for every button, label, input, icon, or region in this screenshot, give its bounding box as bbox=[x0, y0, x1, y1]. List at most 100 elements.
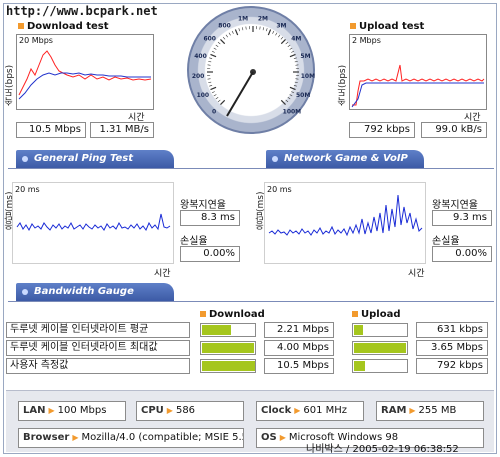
gauge-tick bbox=[228, 32, 231, 36]
bullet-icon bbox=[352, 311, 358, 317]
gauge-tick bbox=[222, 36, 226, 40]
gauge-label: 600 bbox=[203, 36, 216, 43]
gauge-label: 0 bbox=[212, 108, 216, 115]
lan-value: 100 Mbps bbox=[57, 405, 107, 416]
download-bar-value: 2.21 Mbps bbox=[264, 322, 334, 338]
download-mbps-value: 10.5 Mbps bbox=[16, 122, 86, 138]
gauge-tick bbox=[289, 47, 293, 50]
gauge-label: 2M bbox=[258, 15, 268, 22]
tab-general-ping-test[interactable]: General Ping Test bbox=[16, 150, 174, 168]
upload-bar bbox=[352, 359, 408, 373]
download-series-red bbox=[18, 50, 152, 96]
upload-kbps-value: 792 kbps bbox=[349, 122, 415, 138]
upload-bar-fill bbox=[354, 325, 363, 335]
lan-label: LAN bbox=[23, 405, 46, 416]
divider bbox=[8, 301, 494, 302]
gauge-tick bbox=[289, 86, 296, 91]
browser-info: Browser ▶ Mozilla/4.0 (compatible; MSIE 5.… bbox=[18, 428, 244, 448]
bandwidth-row-label: 두루넷 케이블 인터넷라이트 최대값 bbox=[6, 340, 190, 356]
ping-left-rtt-value: 8.3 ms bbox=[180, 210, 240, 226]
lan-info: LAN ▶ 100 Mbps bbox=[18, 401, 126, 421]
gauge-tick bbox=[289, 94, 293, 97]
ram-value: 255 MB bbox=[418, 405, 457, 416]
divider bbox=[8, 168, 494, 169]
ping-left-rtt-label: 왕복지연율 bbox=[180, 200, 226, 211]
download-bar-value: 4.00 Mbps bbox=[264, 340, 334, 356]
bandwidth-upload-header: Upload bbox=[352, 309, 400, 320]
bullet-icon bbox=[18, 23, 24, 29]
browser-label: Browser bbox=[23, 432, 70, 443]
clock-label: Clock bbox=[261, 405, 292, 416]
gauge-label: 100 bbox=[197, 92, 210, 99]
gauge-tick bbox=[285, 41, 289, 45]
upload-bar-value: 631 kbps bbox=[416, 322, 488, 338]
tab-network-game-voip-test[interactable]: Network Game & VoIP Test bbox=[266, 150, 424, 182]
gauge-tick bbox=[211, 50, 215, 53]
download-bar-value: 10.5 Mbps bbox=[264, 358, 334, 374]
ram-info: RAM ▶ 255 MB bbox=[376, 401, 484, 421]
gauge-svg: 0 100 200 400 600800 1M 2M 3M 4M 5M 10M 50M 100M bbox=[192, 15, 315, 117]
download-series-blue bbox=[18, 72, 151, 100]
bullet-icon bbox=[350, 23, 356, 29]
site-url: http://www.bcpark.net bbox=[6, 4, 158, 18]
download-bar bbox=[200, 341, 256, 355]
ping-left-xlabel: 시간 bbox=[154, 269, 171, 279]
download-bar bbox=[200, 359, 256, 373]
gauge-label: 4M bbox=[291, 36, 301, 43]
gauge-tick bbox=[293, 85, 297, 87]
upload-test-title: Upload test bbox=[350, 21, 424, 32]
ping-right-series bbox=[268, 194, 423, 237]
upload-bar bbox=[352, 323, 408, 337]
gauge-tick bbox=[272, 30, 275, 34]
bandwidth-row-label: 사용자 측정값 bbox=[6, 358, 190, 374]
upload-bar-value: 3.65 Mbps bbox=[416, 340, 488, 356]
gauge-tick bbox=[209, 57, 213, 59]
ping-right-loss-label: 손실율 bbox=[432, 236, 460, 247]
upload-series-blue bbox=[351, 82, 484, 108]
gauge-label: 50M bbox=[296, 92, 310, 99]
gauge-tick bbox=[262, 27, 265, 31]
gauge-label: 100M bbox=[283, 108, 302, 115]
upload-series-red bbox=[352, 64, 485, 106]
gauge-tick bbox=[208, 81, 212, 84]
gauge-tick bbox=[287, 44, 291, 47]
gauge-tick bbox=[209, 85, 213, 87]
gauge-needle bbox=[226, 71, 254, 117]
gauge-tick bbox=[266, 28, 268, 32]
gauge-label: 400 bbox=[194, 53, 207, 60]
tab-bandwidth-gauge[interactable]: Bandwidth Gauge bbox=[16, 283, 174, 301]
download-test-title: Download test bbox=[18, 21, 109, 32]
ping-left-loss-value: 0.00% bbox=[180, 246, 240, 262]
ping-left-loss-label: 손실율 bbox=[180, 236, 208, 247]
footer-timestamp: 나비박스 / 2005-02-19 06:38:52 bbox=[306, 444, 459, 455]
download-bar bbox=[200, 323, 256, 337]
gauge-tick bbox=[285, 99, 289, 103]
download-bar-fill bbox=[202, 361, 255, 371]
gauge-label: 3M bbox=[276, 22, 286, 29]
gauge-tick bbox=[231, 30, 234, 34]
arrow-right-icon: ▶ bbox=[294, 406, 301, 415]
gauge-tick bbox=[225, 34, 228, 38]
upload-bar bbox=[352, 341, 408, 355]
download-ylabel: 속도(bps) bbox=[5, 64, 15, 106]
download-mbs-value: 1.31 MB/s bbox=[90, 122, 154, 138]
gauge-tick bbox=[211, 91, 215, 94]
gauge-tick bbox=[220, 39, 226, 45]
ping-right-svg bbox=[268, 194, 423, 237]
gauge-tick bbox=[280, 36, 284, 40]
upload-graph: 2 Mbps bbox=[349, 34, 487, 110]
gauge-tick bbox=[213, 47, 217, 50]
upload-kbs-value: 99.0 kB/s bbox=[421, 122, 487, 138]
ping-right-graph: 20 ms bbox=[264, 182, 426, 264]
ping-right-loss-value: 0.00% bbox=[432, 246, 492, 262]
gauge-label: 5M bbox=[300, 53, 310, 60]
cpu-value: 586 bbox=[175, 405, 196, 416]
gauge-tick bbox=[238, 28, 240, 32]
gauge-tick bbox=[291, 50, 295, 53]
upload-ylabel: 속도(bps) bbox=[338, 64, 348, 106]
gauge-tick bbox=[294, 60, 298, 63]
download-graph-svg bbox=[18, 50, 152, 100]
download-graph: 20 Mbps bbox=[16, 34, 154, 110]
gauge-tick bbox=[215, 44, 219, 47]
arrow-right-icon: ▶ bbox=[409, 406, 416, 415]
